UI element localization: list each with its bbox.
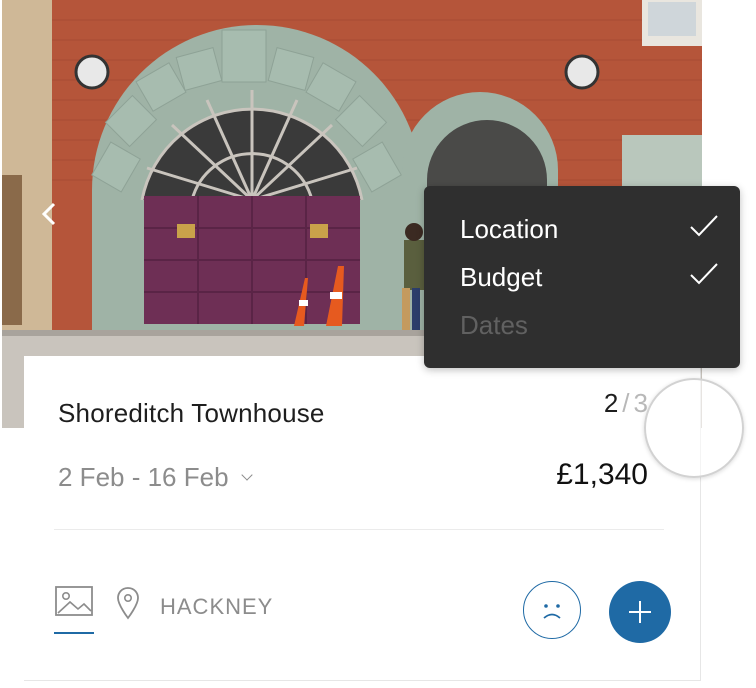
filter-item-label: Location bbox=[460, 214, 559, 244]
card-divider bbox=[54, 529, 664, 530]
listing-title: Shoreditch Townhouse bbox=[58, 398, 325, 428]
add-button[interactable] bbox=[609, 581, 671, 643]
checkmark-icon bbox=[690, 263, 718, 285]
dates-dropdown[interactable]: 2 Feb - 16 Feb bbox=[58, 462, 253, 493]
filter-item-budget[interactable]: Budget bbox=[460, 258, 720, 298]
image-icon bbox=[55, 586, 93, 616]
filter-item-label: Budget bbox=[460, 262, 543, 292]
filter-item-label: Dates bbox=[460, 310, 528, 340]
pager-current: 2 bbox=[603, 388, 619, 418]
plus-icon bbox=[629, 601, 651, 623]
card-actions: HACKNEY bbox=[24, 581, 700, 643]
filter-menu: Location Budget Dates bbox=[424, 186, 740, 368]
gallery-tab-underline bbox=[54, 632, 94, 634]
checkmark-icon bbox=[690, 215, 718, 237]
gallery-tab[interactable] bbox=[54, 584, 94, 634]
pager-separator: / bbox=[622, 388, 630, 418]
touch-indicator bbox=[644, 378, 744, 478]
listing-price: £1,340 bbox=[556, 458, 648, 491]
map-pin-icon bbox=[117, 587, 139, 620]
location-label: HACKNEY bbox=[160, 594, 274, 619]
dates-label: 2 Feb - 16 Feb bbox=[58, 462, 229, 492]
sad-face-icon bbox=[543, 604, 561, 619]
photo-pager: 2/3 bbox=[604, 388, 648, 419]
app-screen: Shoreditch Townhouse 2/3 2 Feb - 16 Feb … bbox=[0, 0, 756, 688]
chevron-down-icon bbox=[240, 468, 253, 481]
filter-item-dates[interactable]: Dates bbox=[460, 306, 720, 346]
dislike-button[interactable] bbox=[523, 581, 581, 639]
filter-item-location[interactable]: Location bbox=[460, 210, 720, 250]
chevron-left-icon[interactable] bbox=[38, 198, 60, 230]
listing-card[interactable]: Shoreditch Townhouse 2/3 2 Feb - 16 Feb … bbox=[24, 356, 701, 681]
